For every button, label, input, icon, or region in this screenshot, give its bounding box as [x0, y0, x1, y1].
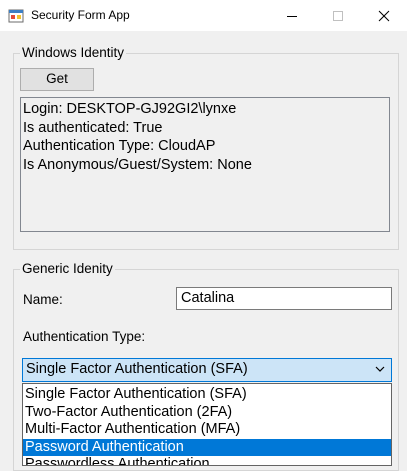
dropdown-option-mfa[interactable]: Multi-Factor Authentication (MFA)	[23, 421, 391, 439]
maximize-button[interactable]	[315, 0, 361, 31]
name-input[interactable]: Catalina	[176, 287, 392, 310]
window-title: Security Form App	[31, 8, 130, 22]
windows-identity-title: Windows Identity	[20, 44, 127, 62]
chevron-down-icon	[375, 366, 385, 372]
auth-type-dropdown-list[interactable]: Single Factor Authentication (SFA) Two-F…	[22, 383, 392, 466]
title-bar: Security Form App	[0, 0, 407, 31]
output-line: Login: DESKTOP-GJ92GI2\lynxe	[23, 101, 237, 117]
close-icon	[378, 10, 390, 22]
output-line: Is authenticated: True	[23, 119, 163, 136]
minimize-button[interactable]	[269, 0, 315, 31]
close-button[interactable]	[361, 0, 407, 31]
auth-type-label: Authentication Type:	[23, 329, 146, 344]
dropdown-option-passwordless[interactable]: Passwordless Authentication	[23, 456, 391, 465]
get-button[interactable]: Get	[20, 68, 94, 91]
name-label: Name:	[23, 292, 63, 307]
output-line: Is Anonymous/Guest/System: None	[23, 156, 252, 173]
output-line: Authentication Type: CloudAP	[23, 138, 216, 154]
auth-type-selected-value: Single Factor Authentication (SFA)	[26, 361, 248, 377]
maximize-icon	[333, 11, 343, 21]
identity-output-textbox[interactable]: Login: DESKTOP-GJ92GI2\lynxe Is authenti…	[20, 97, 390, 232]
dropdown-option-2fa[interactable]: Two-Factor Authentication (2FA)	[23, 404, 391, 422]
dropdown-option-password[interactable]: Password Authentication	[23, 438, 391, 457]
auth-type-select[interactable]: Single Factor Authentication (SFA)	[22, 358, 392, 382]
app-icon	[8, 9, 24, 23]
minimize-icon	[287, 16, 297, 17]
generic-identity-title: Generic Idenity	[20, 260, 115, 278]
dropdown-option-sfa[interactable]: Single Factor Authentication (SFA)	[23, 386, 391, 404]
